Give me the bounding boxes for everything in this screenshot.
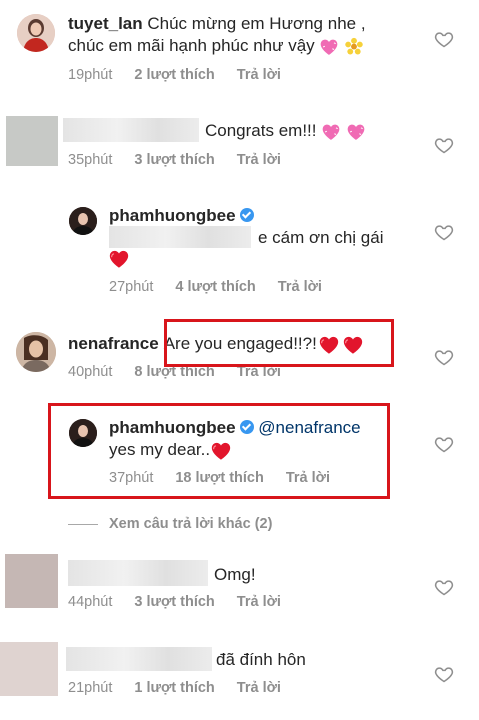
username[interactable]: nenafrance [68, 334, 159, 353]
comment-text: tuyet_lan Chúc mừng em Hương nhe , [68, 13, 366, 35]
comment-meta: 27phút 4 lượt thích Trả lời [109, 279, 344, 295]
avatar[interactable] [5, 554, 58, 608]
like-heart-icon[interactable] [434, 347, 454, 367]
profile-photo-icon [16, 332, 56, 372]
like-count[interactable]: 1 lượt thích [134, 680, 214, 696]
avatar[interactable] [17, 14, 55, 52]
avatar[interactable] [69, 207, 97, 235]
comment-meta: 19phút 2 lượt thích Trả lời [68, 67, 303, 83]
divider-line [68, 524, 98, 525]
timestamp: 44phút [68, 594, 113, 610]
comment-meta: 44phút 3 lượt thích Trả lời [68, 594, 303, 610]
like-heart-icon[interactable] [434, 434, 454, 454]
like-heart-icon[interactable] [434, 135, 454, 155]
like-count[interactable]: 4 lượt thích [175, 279, 255, 295]
timestamp: 40phút [68, 364, 113, 380]
like-heart-icon[interactable] [434, 222, 454, 242]
avatar[interactable] [6, 116, 58, 166]
reply-button[interactable]: Trả lời [237, 594, 281, 610]
comment-body: đã đính hôn [216, 650, 306, 669]
username[interactable]: phamhuongbee [109, 206, 236, 225]
reply-button[interactable]: Trả lời [237, 152, 281, 168]
comment-body: Chúc mừng em Hương nhe , [147, 14, 366, 33]
reply-button[interactable]: Trả lời [278, 279, 322, 295]
like-heart-icon[interactable] [434, 577, 454, 597]
blossom-icon [345, 37, 363, 55]
profile-photo-icon [17, 14, 55, 52]
timestamp: 35phút [68, 152, 113, 168]
reply-button[interactable]: Trả lời [237, 680, 281, 696]
timestamp: 19phút [68, 67, 113, 83]
pink-heart-icon [321, 122, 341, 142]
username-redacted [66, 647, 212, 671]
comment-text: e cám ơn chị gái [258, 227, 383, 249]
like-heart-icon[interactable] [434, 664, 454, 684]
highlight-box [164, 319, 394, 367]
username-redacted [63, 118, 199, 142]
comment-text-line2: chúc em mãi hạnh phúc như vậy [68, 35, 364, 57]
avatar[interactable] [16, 332, 56, 372]
comment-text: Omg! [214, 564, 256, 586]
username[interactable]: tuyet_lan [68, 14, 143, 33]
reply-button[interactable]: Trả lời [237, 67, 281, 83]
like-count[interactable]: 2 lượt thích [134, 67, 214, 83]
timestamp: 27phút [109, 279, 154, 295]
like-count[interactable]: 3 lượt thích [134, 594, 214, 610]
reply-username-line: phamhuongbee [109, 205, 254, 227]
timestamp: 21phút [68, 680, 113, 696]
comment-text: đã đính hôn [216, 649, 306, 671]
comment-body: chúc em mãi hạnh phúc như vậy [68, 36, 315, 55]
highlight-box [48, 403, 390, 499]
comment-body: Omg! [214, 565, 256, 584]
comment-body: Congrats em!!! [205, 121, 317, 140]
comment-body: e cám ơn chị gái [258, 228, 384, 247]
pink-heart-icon [346, 122, 366, 142]
mention-redacted [109, 226, 251, 248]
comment-meta: 21phút 1 lượt thích Trả lời [68, 680, 303, 696]
view-more-replies-button[interactable]: Xem câu trả lời khác (2) [109, 516, 272, 532]
avatar[interactable] [0, 642, 58, 696]
like-heart-icon[interactable] [434, 29, 454, 49]
verified-badge-icon [239, 208, 254, 222]
username-redacted [68, 560, 208, 586]
comment-meta: 35phút 3 lượt thích Trả lời [68, 152, 303, 168]
pink-heart-icon [319, 37, 339, 57]
comment-text: Congrats em!!! [205, 120, 366, 142]
profile-photo-icon [69, 207, 97, 235]
red-heart-icon [108, 248, 130, 270]
like-count[interactable]: 3 lượt thích [134, 152, 214, 168]
